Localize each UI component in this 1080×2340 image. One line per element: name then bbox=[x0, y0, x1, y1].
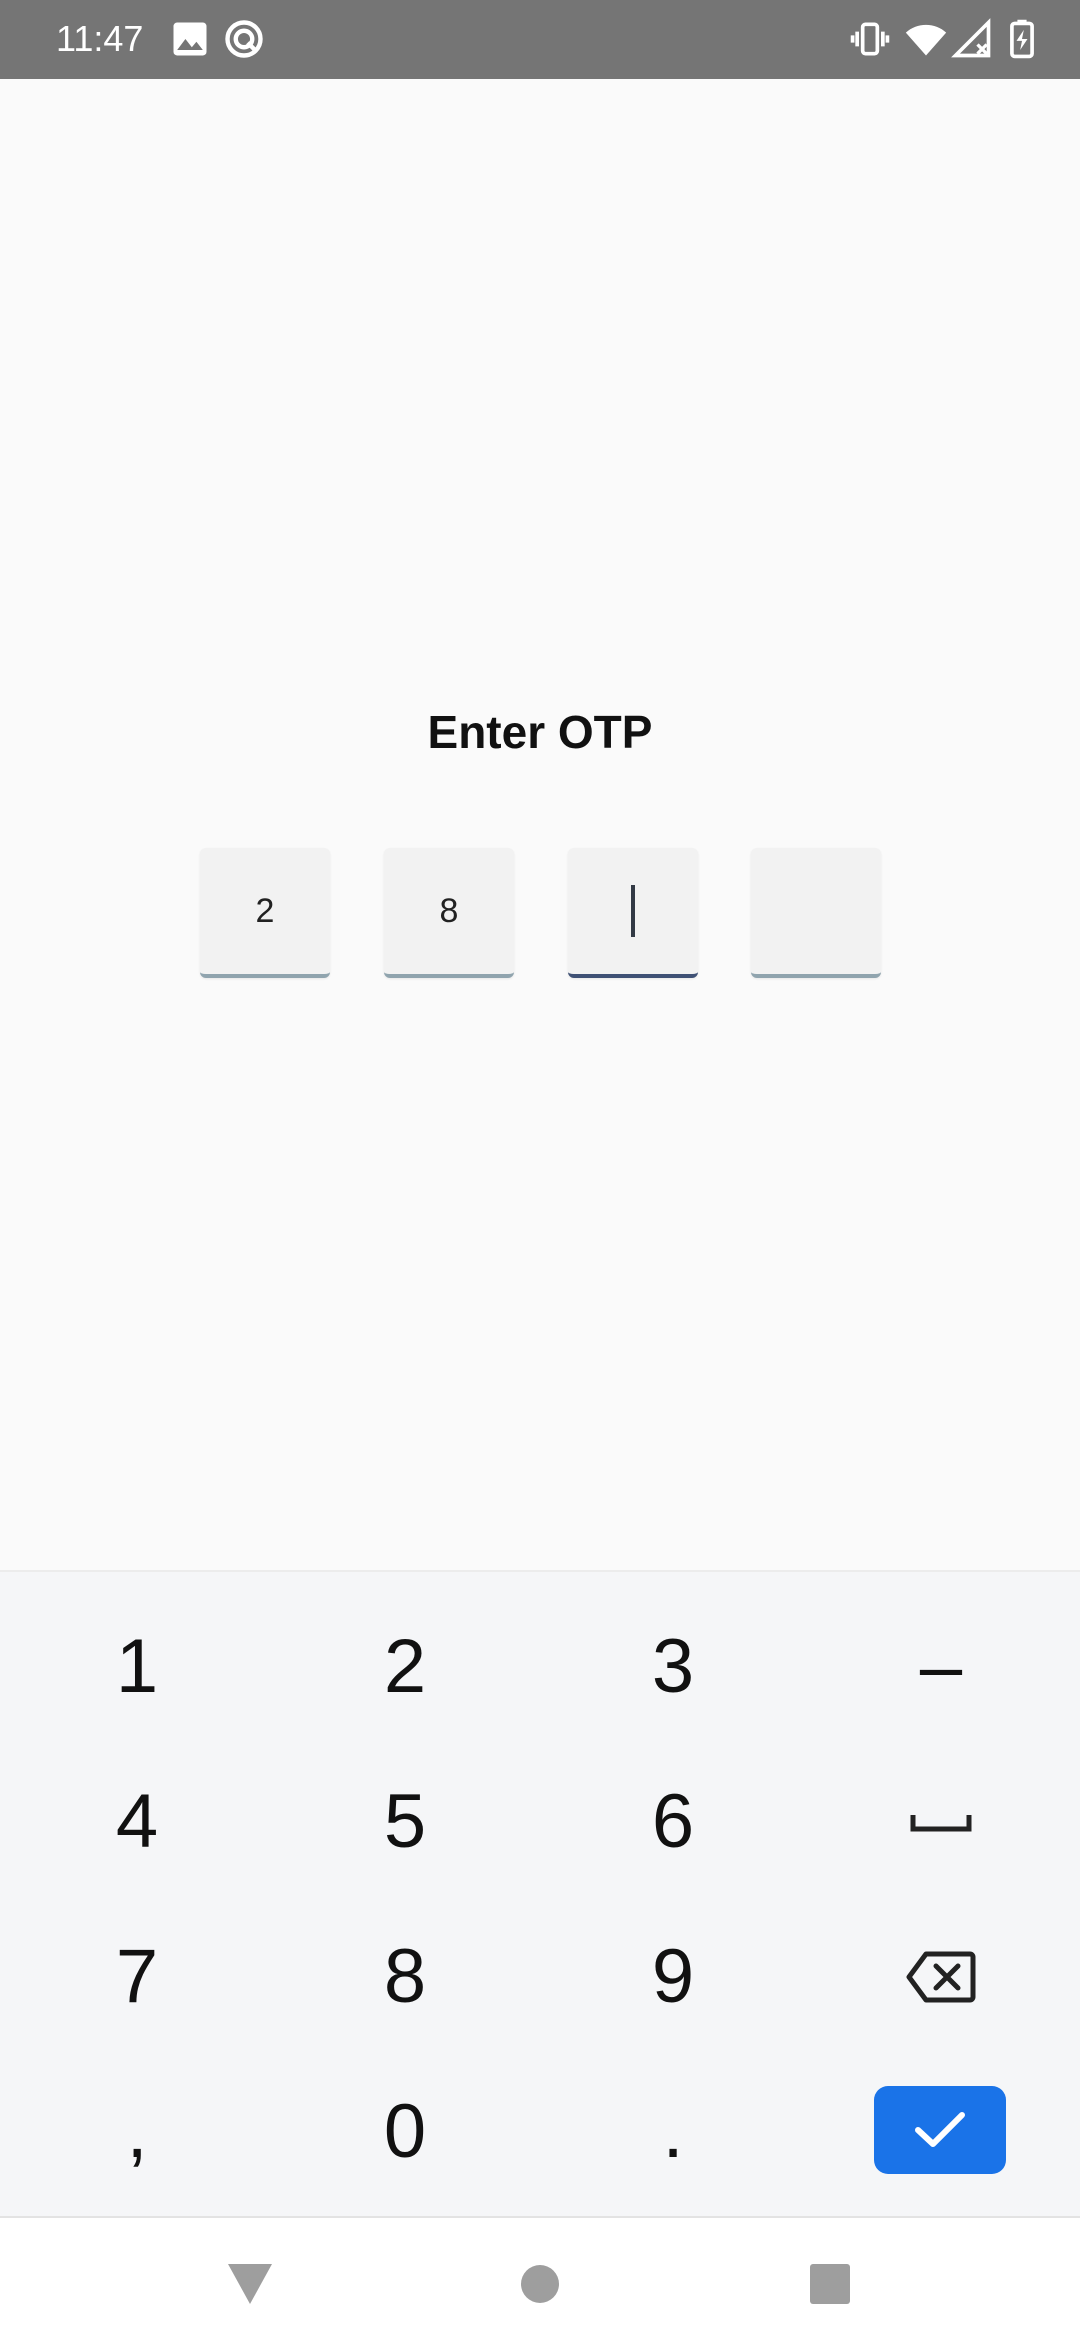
otp-digit-2[interactable]: 8 bbox=[384, 848, 514, 978]
sync-circle-icon bbox=[222, 17, 266, 61]
key-5[interactable]: 5 bbox=[270, 1744, 540, 1899]
image-icon bbox=[168, 17, 212, 61]
key-9[interactable]: 9 bbox=[538, 1899, 808, 2054]
key-space[interactable] bbox=[806, 1744, 1076, 1899]
space-icon bbox=[910, 1814, 972, 1831]
status-time: 11:47 bbox=[56, 18, 144, 59]
otp-digit-4[interactable] bbox=[751, 848, 881, 978]
key-backspace[interactable] bbox=[806, 1899, 1076, 2054]
key-7[interactable]: 7 bbox=[2, 1899, 272, 2054]
otp-digit-3[interactable] bbox=[568, 848, 698, 978]
recents-icon[interactable] bbox=[800, 2254, 860, 2314]
backspace-icon bbox=[906, 1951, 976, 2002]
key-dash[interactable]: – bbox=[806, 1589, 1076, 1744]
navigation-bar bbox=[0, 2216, 1080, 2340]
otp-digit-1[interactable]: 2 bbox=[200, 848, 330, 978]
vibrate-icon bbox=[848, 17, 892, 61]
key-0[interactable]: 0 bbox=[270, 2054, 540, 2209]
numeric-keyboard: 1 2 3 – 4 5 6 7 8 9 , 0 . bbox=[0, 1570, 1080, 2218]
text-caret bbox=[631, 885, 635, 937]
page-title: Enter OTP bbox=[427, 706, 653, 758]
status-bar: 11:47 bbox=[0, 0, 1080, 79]
confirm-button[interactable] bbox=[874, 2086, 1006, 2174]
battery-charging-icon bbox=[1000, 17, 1044, 61]
home-icon[interactable] bbox=[510, 2254, 570, 2314]
key-3[interactable]: 3 bbox=[538, 1589, 808, 1744]
key-2[interactable]: 2 bbox=[270, 1589, 540, 1744]
key-comma[interactable]: , bbox=[2, 2054, 272, 2209]
key-period[interactable]: . bbox=[538, 2054, 808, 2209]
key-4[interactable]: 4 bbox=[2, 1744, 272, 1899]
back-icon[interactable] bbox=[220, 2254, 280, 2314]
key-8[interactable]: 8 bbox=[270, 1899, 540, 2054]
key-1[interactable]: 1 bbox=[2, 1589, 272, 1744]
key-6[interactable]: 6 bbox=[538, 1744, 808, 1899]
check-icon bbox=[915, 2112, 965, 2147]
signal-off-icon bbox=[950, 17, 994, 61]
wifi-icon bbox=[904, 17, 948, 61]
otp-screen: 11:47 Enter OTP 2 8 1 2 3 – 4 5 6 7 8 9 … bbox=[0, 0, 1080, 2340]
